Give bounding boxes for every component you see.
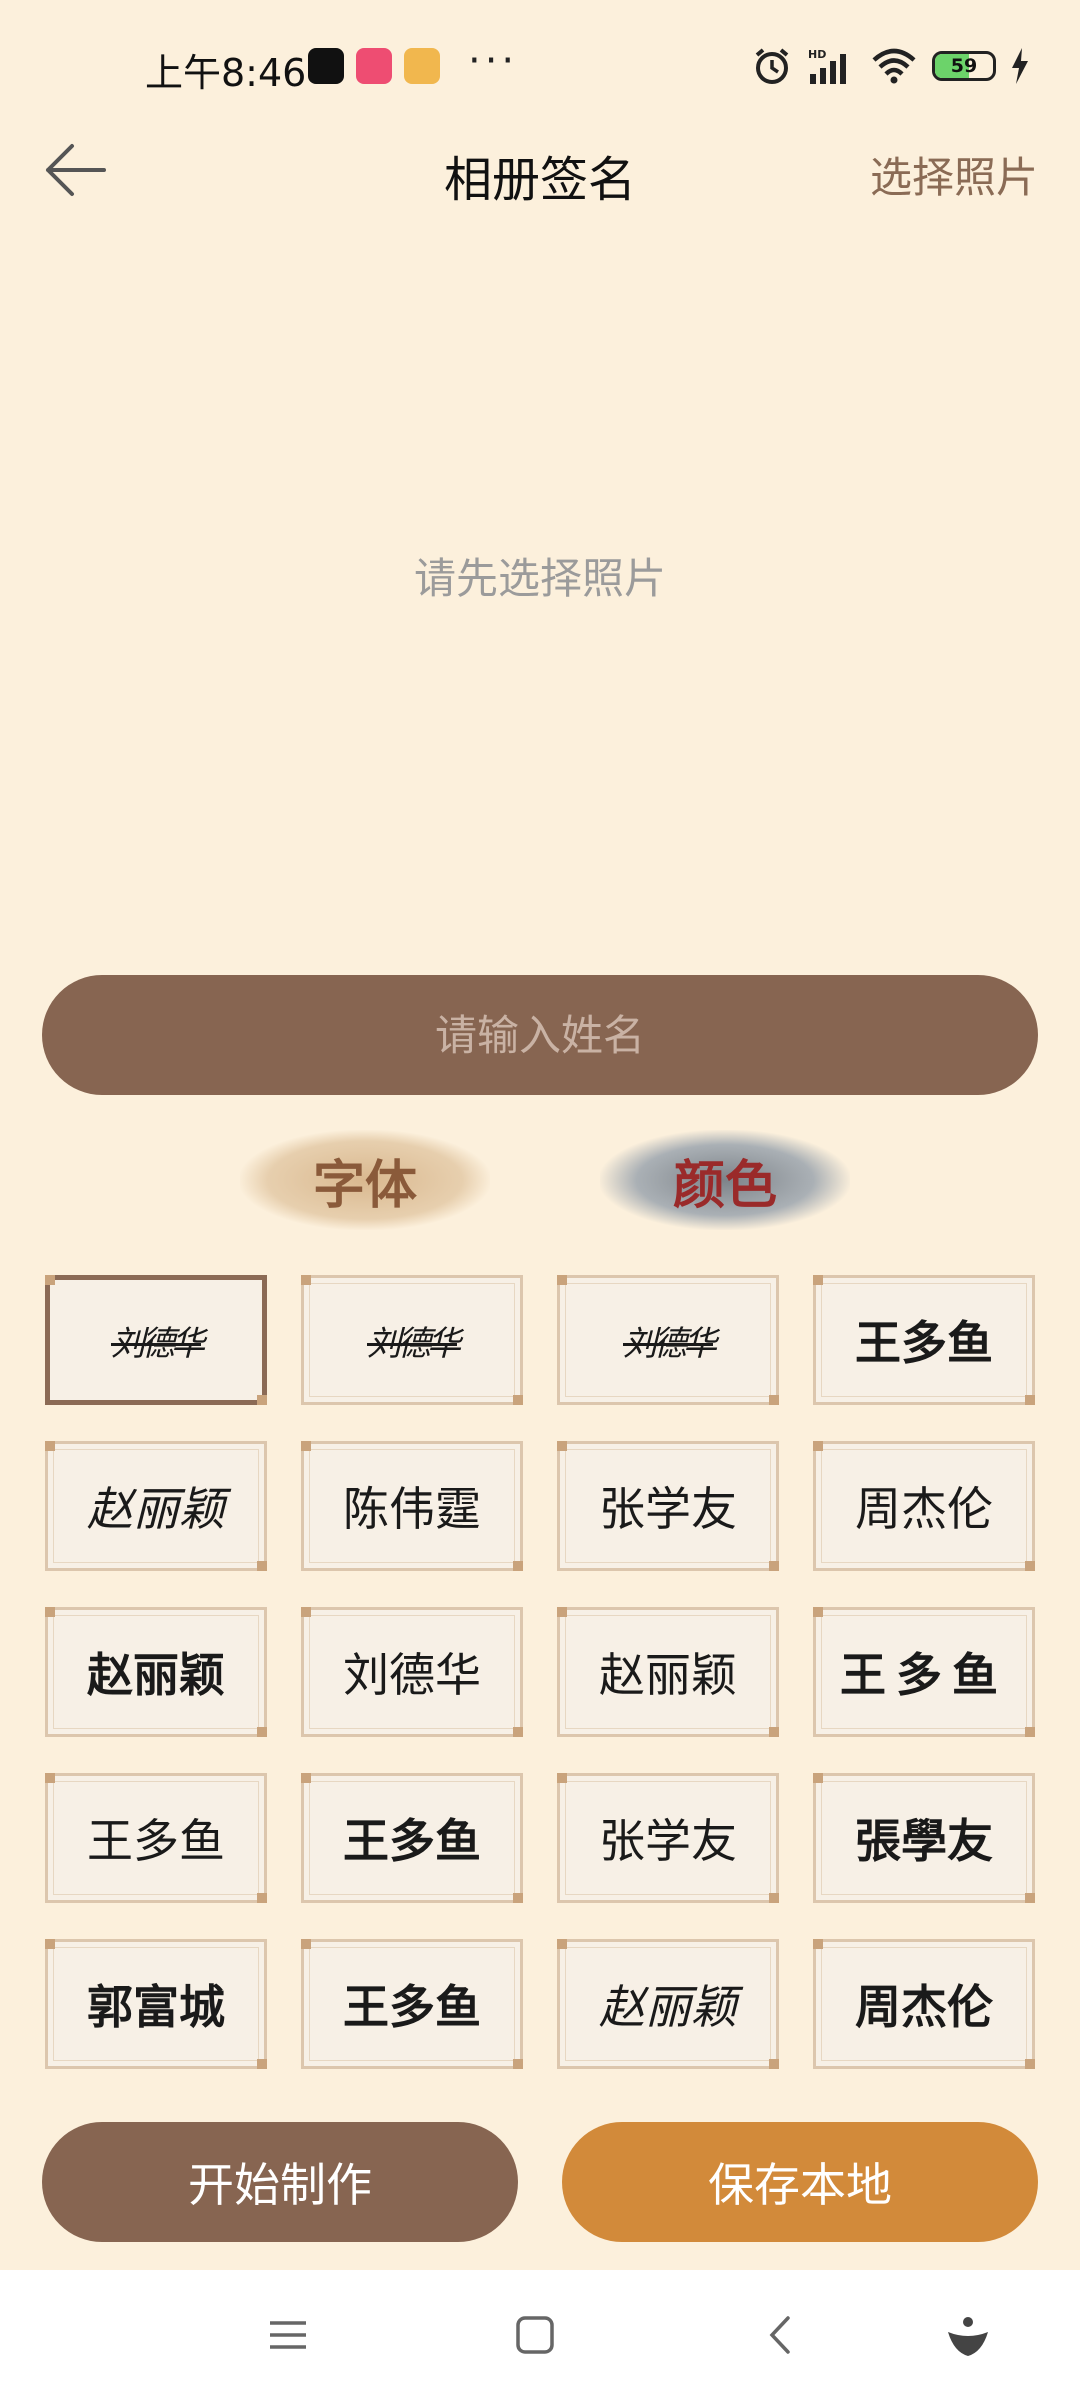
tab-color-label: 颜色 — [672, 1154, 777, 1216]
font-sample-label: 刘德华 — [111, 1323, 205, 1364]
tab-font-label: 字体 — [312, 1154, 417, 1216]
font-sample-label: 赵丽颖 — [87, 1482, 225, 1536]
font-style-card[interactable]: 陈伟霆 — [301, 1441, 523, 1571]
select-photo-button[interactable]: 选择照片 — [870, 144, 1038, 205]
font-style-card[interactable]: 郭富城 — [45, 1939, 267, 2069]
home-square-icon[interactable] — [505, 2310, 565, 2360]
font-style-card[interactable]: 刘德华 — [301, 1275, 523, 1405]
font-sample-label: 周杰伦 — [855, 1980, 993, 2034]
font-style-card[interactable]: 周杰伦 — [813, 1441, 1035, 1571]
font-style-card[interactable]: 张学友 — [557, 1441, 779, 1571]
font-style-card[interactable]: 周杰伦 — [813, 1939, 1035, 2069]
charging-icon — [1012, 48, 1028, 84]
status-time: 上午8:46 — [145, 51, 307, 95]
font-style-grid: 刘德华 刘德华 刘德华 王多鱼 赵丽颖 陈伟霆 张学友 周杰伦 赵丽颖 刘德华 赵丽颖 王多鱼 王多鱼王… — [45, 1275, 1035, 2069]
font-style-card[interactable]: 赵丽颖 — [557, 1939, 779, 2069]
font-sample-label: 張學友 — [855, 1814, 993, 1868]
alarm-icon — [755, 48, 789, 84]
font-style-card[interactable]: 刘德华 — [45, 1275, 267, 1405]
name-input[interactable] — [42, 975, 1038, 1095]
tiktok-icon — [308, 48, 344, 84]
font-sample-label: 刘德华 — [367, 1323, 461, 1364]
back-nav-icon[interactable] — [752, 2310, 812, 2360]
svg-text:HD: HD — [808, 48, 826, 61]
font-sample-label: 王多鱼 — [87, 1814, 225, 1868]
font-style-card[interactable]: 王多鱼 — [813, 1275, 1035, 1405]
download-app-icon — [356, 48, 392, 84]
font-style-card[interactable]: 刘德华 — [301, 1607, 523, 1737]
font-sample-label: 赵丽颖 — [599, 1648, 737, 1702]
font-sample-label: 张学友 — [599, 1482, 737, 1536]
status-bar: 上午8:46 ··· HD 59 — [0, 0, 1080, 130]
signal-hd-icon: HD — [808, 48, 846, 84]
font-sample-label: 王多鱼 — [343, 1980, 481, 2034]
assistant-icon[interactable] — [938, 2310, 998, 2360]
font-sample-label: 周杰伦 — [855, 1482, 993, 1536]
font-style-card[interactable]: 王多鱼 — [301, 1773, 523, 1903]
tab-font[interactable]: 字体 — [240, 1130, 490, 1230]
start-create-button[interactable]: 开始制作 — [42, 2122, 518, 2242]
system-nav-bar — [0, 2270, 1080, 2400]
battery-icon: 59 — [932, 51, 996, 81]
font-sample-label: 陈伟霆 — [343, 1482, 481, 1536]
font-sample-label: 刘德华 — [623, 1323, 717, 1364]
font-sample-label: 张学友 — [599, 1814, 737, 1868]
font-style-card[interactable]: 王多鱼 — [45, 1773, 267, 1903]
font-style-card[interactable]: 赵丽颖 — [557, 1607, 779, 1737]
font-sample-label: 王多鱼 — [840, 1648, 1008, 1702]
font-style-card[interactable]: 刘德华 — [557, 1275, 779, 1405]
back-arrow-icon[interactable] — [40, 138, 110, 202]
font-sample-label: 王多鱼 — [855, 1316, 993, 1370]
battery-level: 59 — [950, 55, 978, 77]
menu-icon[interactable] — [258, 2310, 318, 2360]
font-sample-label: 刘德华 — [343, 1648, 481, 1702]
more-notifications-icon: ··· — [468, 38, 519, 84]
wifi-icon — [872, 48, 916, 84]
font-sample-label: 郭富城 — [87, 1980, 225, 2034]
font-style-card[interactable]: 赵丽颖 — [45, 1607, 267, 1737]
save-local-button[interactable]: 保存本地 — [562, 2122, 1038, 2242]
font-style-card[interactable]: 王多鱼 — [813, 1607, 1035, 1737]
font-sample-label: 王多鱼 — [343, 1814, 481, 1868]
font-style-card[interactable]: 张学友 — [557, 1773, 779, 1903]
font-style-card[interactable]: 張學友 — [813, 1773, 1035, 1903]
font-style-card[interactable]: 赵丽颖 — [45, 1441, 267, 1571]
font-sample-label: 赵丽颖 — [599, 1980, 737, 2034]
tab-color[interactable]: 颜色 — [600, 1130, 850, 1230]
font-sample-label: 赵丽颖 — [87, 1648, 225, 1702]
app-header: 相册签名 选择照片 — [0, 120, 1080, 220]
smile-app-icon — [404, 48, 440, 84]
preview-empty-text: 请先选择照片 — [413, 554, 666, 603]
font-style-card[interactable]: 王多鱼 — [301, 1939, 523, 2069]
